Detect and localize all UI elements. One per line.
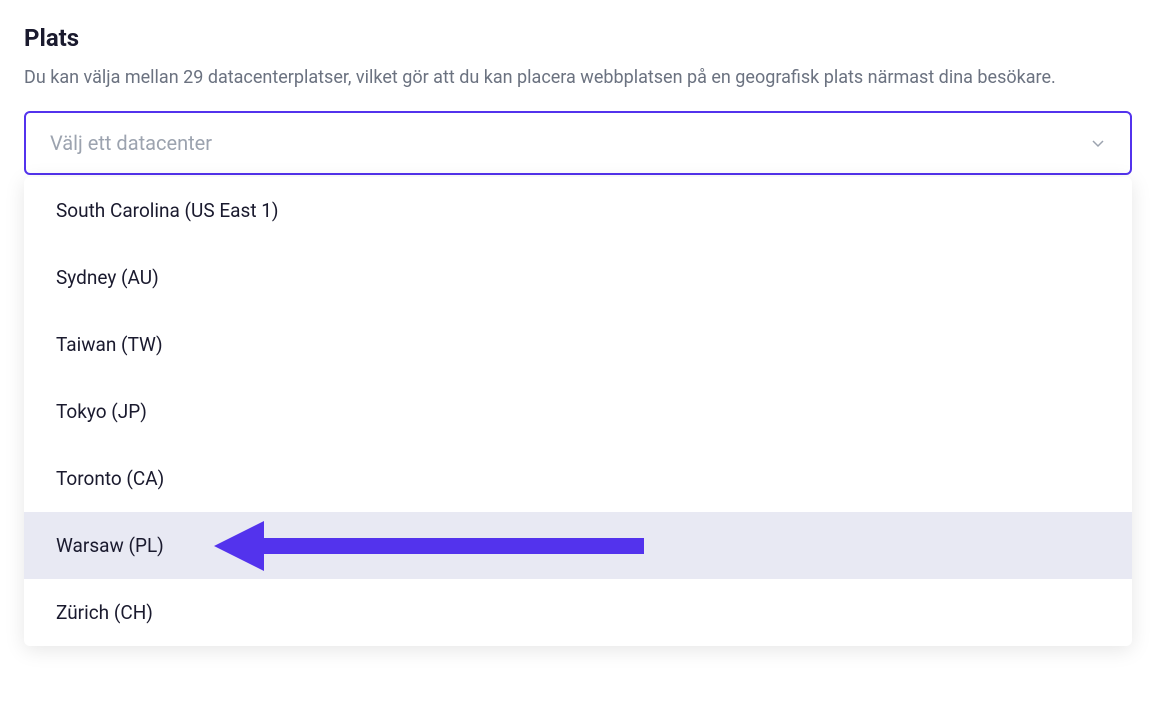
option-label: Sydney (AU)	[56, 266, 159, 289]
dropdown-option-tokyo[interactable]: Tokyo (JP)	[24, 378, 1132, 445]
option-label: Toronto (CA)	[56, 467, 164, 490]
dropdown-option-zurich[interactable]: Zürich (CH)	[24, 579, 1132, 646]
datacenter-select[interactable]: Välj ett datacenter	[24, 111, 1132, 175]
datacenter-dropdown: South Carolina (US East 1) Sydney (AU) T…	[24, 177, 1132, 646]
dropdown-option-sydney[interactable]: Sydney (AU)	[24, 244, 1132, 311]
arrow-annotation	[214, 521, 644, 571]
datacenter-select-wrapper: Välj ett datacenter South Carolina (US E…	[24, 111, 1132, 175]
option-label: Tokyo (JP)	[56, 400, 147, 423]
chevron-down-icon	[1090, 135, 1106, 151]
option-label: Taiwan (TW)	[56, 333, 163, 356]
dropdown-option-warsaw[interactable]: Warsaw (PL)	[24, 512, 1132, 579]
option-label: Zürich (CH)	[56, 601, 153, 624]
select-placeholder: Välj ett datacenter	[50, 131, 212, 155]
dropdown-option-toronto[interactable]: Toronto (CA)	[24, 445, 1132, 512]
section-description: Du kan välja mellan 29 datacenterplatser…	[24, 64, 1124, 91]
dropdown-option-taiwan[interactable]: Taiwan (TW)	[24, 311, 1132, 378]
option-label: Warsaw (PL)	[56, 534, 164, 557]
dropdown-option-south-carolina[interactable]: South Carolina (US East 1)	[24, 177, 1132, 244]
option-label: South Carolina (US East 1)	[56, 199, 279, 222]
section-title: Plats	[24, 24, 1132, 52]
